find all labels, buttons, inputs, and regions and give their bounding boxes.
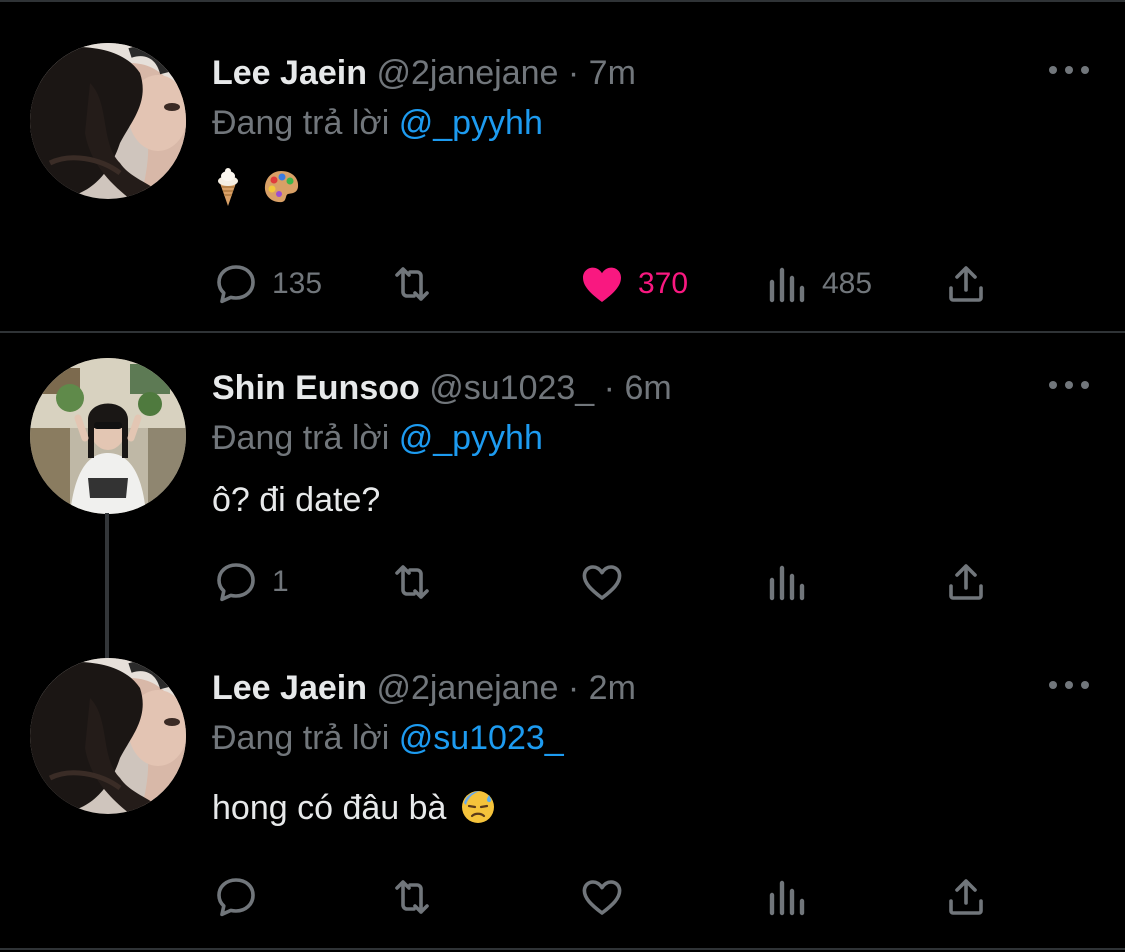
tweet-text-line: hong có đâu bà (212, 788, 1085, 828)
tweet-3[interactable]: Lee Jaein @2janejane · 2m Đang trả lời @… (0, 643, 1125, 948)
separator-dot: · (567, 54, 580, 92)
share-icon (949, 564, 983, 600)
artist-palette-icon (265, 171, 299, 203)
share-icon (949, 879, 983, 915)
tweet-actions (212, 872, 1002, 922)
avatar[interactable] (30, 358, 186, 514)
share-button[interactable] (942, 557, 990, 607)
replying-to-label: Đang trả lời (212, 104, 390, 142)
display-name[interactable]: Lee Jaein (212, 669, 367, 707)
replying-to: Đang trả lời @su1023_ (212, 718, 1085, 758)
user-handle[interactable]: @su1023_ (429, 369, 594, 407)
views-chart-icon (769, 880, 805, 916)
views-count: 485 (822, 267, 873, 300)
tweet-header: Shin Eunsoo @su1023_ · 6m (212, 368, 1085, 408)
retweet-icon (395, 267, 429, 301)
replying-to-label: Đang trả lời (212, 719, 390, 757)
views-chart-icon (769, 565, 805, 601)
share-button[interactable] (942, 872, 990, 922)
reply-button[interactable]: 135 (212, 259, 322, 309)
separator-dot: · (567, 669, 580, 707)
share-button[interactable] (942, 259, 990, 309)
replying-to: Đang trả lời @_pyyhh (212, 418, 1085, 458)
downcast-face-with-sweat-icon (461, 791, 494, 824)
like-button[interactable]: 370 (578, 259, 688, 309)
timestamp[interactable]: 2m (589, 669, 636, 707)
reply-icon (217, 878, 255, 917)
replying-to: Đang trả lời @_pyyhh (212, 103, 1085, 143)
reply-icon (217, 265, 255, 304)
like-button[interactable] (578, 872, 638, 922)
reply-count: 1 (272, 565, 289, 598)
separator-dot: · (603, 369, 615, 407)
more-options-icon[interactable] (1049, 64, 1089, 76)
views-chart-icon (769, 267, 805, 303)
display-name[interactable]: Shin Eunsoo (212, 369, 420, 407)
tweet-2[interactable]: Shin Eunsoo @su1023_ · 6m Đang trả lời @… (0, 333, 1125, 659)
views-button[interactable] (762, 557, 822, 607)
avatar-image-lee-jaein (30, 658, 186, 814)
replying-to-mention[interactable]: @su1023_ (399, 719, 564, 757)
reply-count: 135 (272, 267, 323, 300)
tweet-text (212, 165, 1085, 215)
tweet-header: Lee Jaein @2janejane · 2m (212, 668, 1085, 708)
more-options-icon[interactable] (1049, 379, 1089, 391)
like-button[interactable] (578, 557, 638, 607)
replying-to-mention[interactable]: @_pyyhh (399, 104, 543, 142)
timestamp[interactable]: 6m (624, 369, 671, 407)
avatar-image-lee-jaein (30, 43, 186, 199)
like-count: 370 (638, 267, 689, 300)
ice-cream-icon (218, 168, 238, 207)
user-handle[interactable]: @2janejane (376, 669, 558, 707)
avatar-image-shin-eunsoo (30, 358, 186, 514)
retweet-icon (395, 565, 429, 599)
tweet-1[interactable]: Lee Jaein @2janejane · 7m Đang trả lời @… (0, 0, 1125, 332)
views-button[interactable] (762, 872, 822, 922)
tweet-text: ô? đi date? (212, 481, 381, 519)
bottom-divider (0, 948, 1125, 950)
tweet-actions: 135 370 485 (212, 259, 1002, 309)
reply-button[interactable] (212, 872, 272, 922)
heart-outline-icon (582, 880, 622, 915)
reply-icon (217, 563, 255, 602)
timestamp[interactable]: 7m (589, 54, 636, 92)
display-name[interactable]: Lee Jaein (212, 54, 367, 92)
tweet-actions: 1 (212, 557, 1002, 607)
tweet-header: Lee Jaein @2janejane · 7m (212, 53, 1085, 93)
more-options-icon[interactable] (1049, 679, 1089, 691)
retweet-button[interactable] (388, 557, 448, 607)
tweet-text: hong có đâu bà (212, 789, 447, 827)
retweet-button[interactable] (388, 259, 448, 309)
views-button[interactable]: 485 (762, 259, 872, 309)
retweet-icon (395, 880, 429, 914)
replying-to-mention[interactable]: @_pyyhh (399, 419, 543, 457)
thread-connector (105, 513, 109, 659)
heart-filled-icon (583, 267, 621, 302)
retweet-button[interactable] (388, 872, 448, 922)
reply-button[interactable]: 1 (212, 557, 289, 607)
replying-to-label: Đang trả lời (212, 419, 390, 457)
share-icon (949, 266, 983, 302)
avatar[interactable] (30, 658, 186, 814)
heart-outline-icon (582, 565, 622, 600)
user-handle[interactable]: @2janejane (376, 54, 558, 92)
avatar[interactable] (30, 43, 186, 199)
